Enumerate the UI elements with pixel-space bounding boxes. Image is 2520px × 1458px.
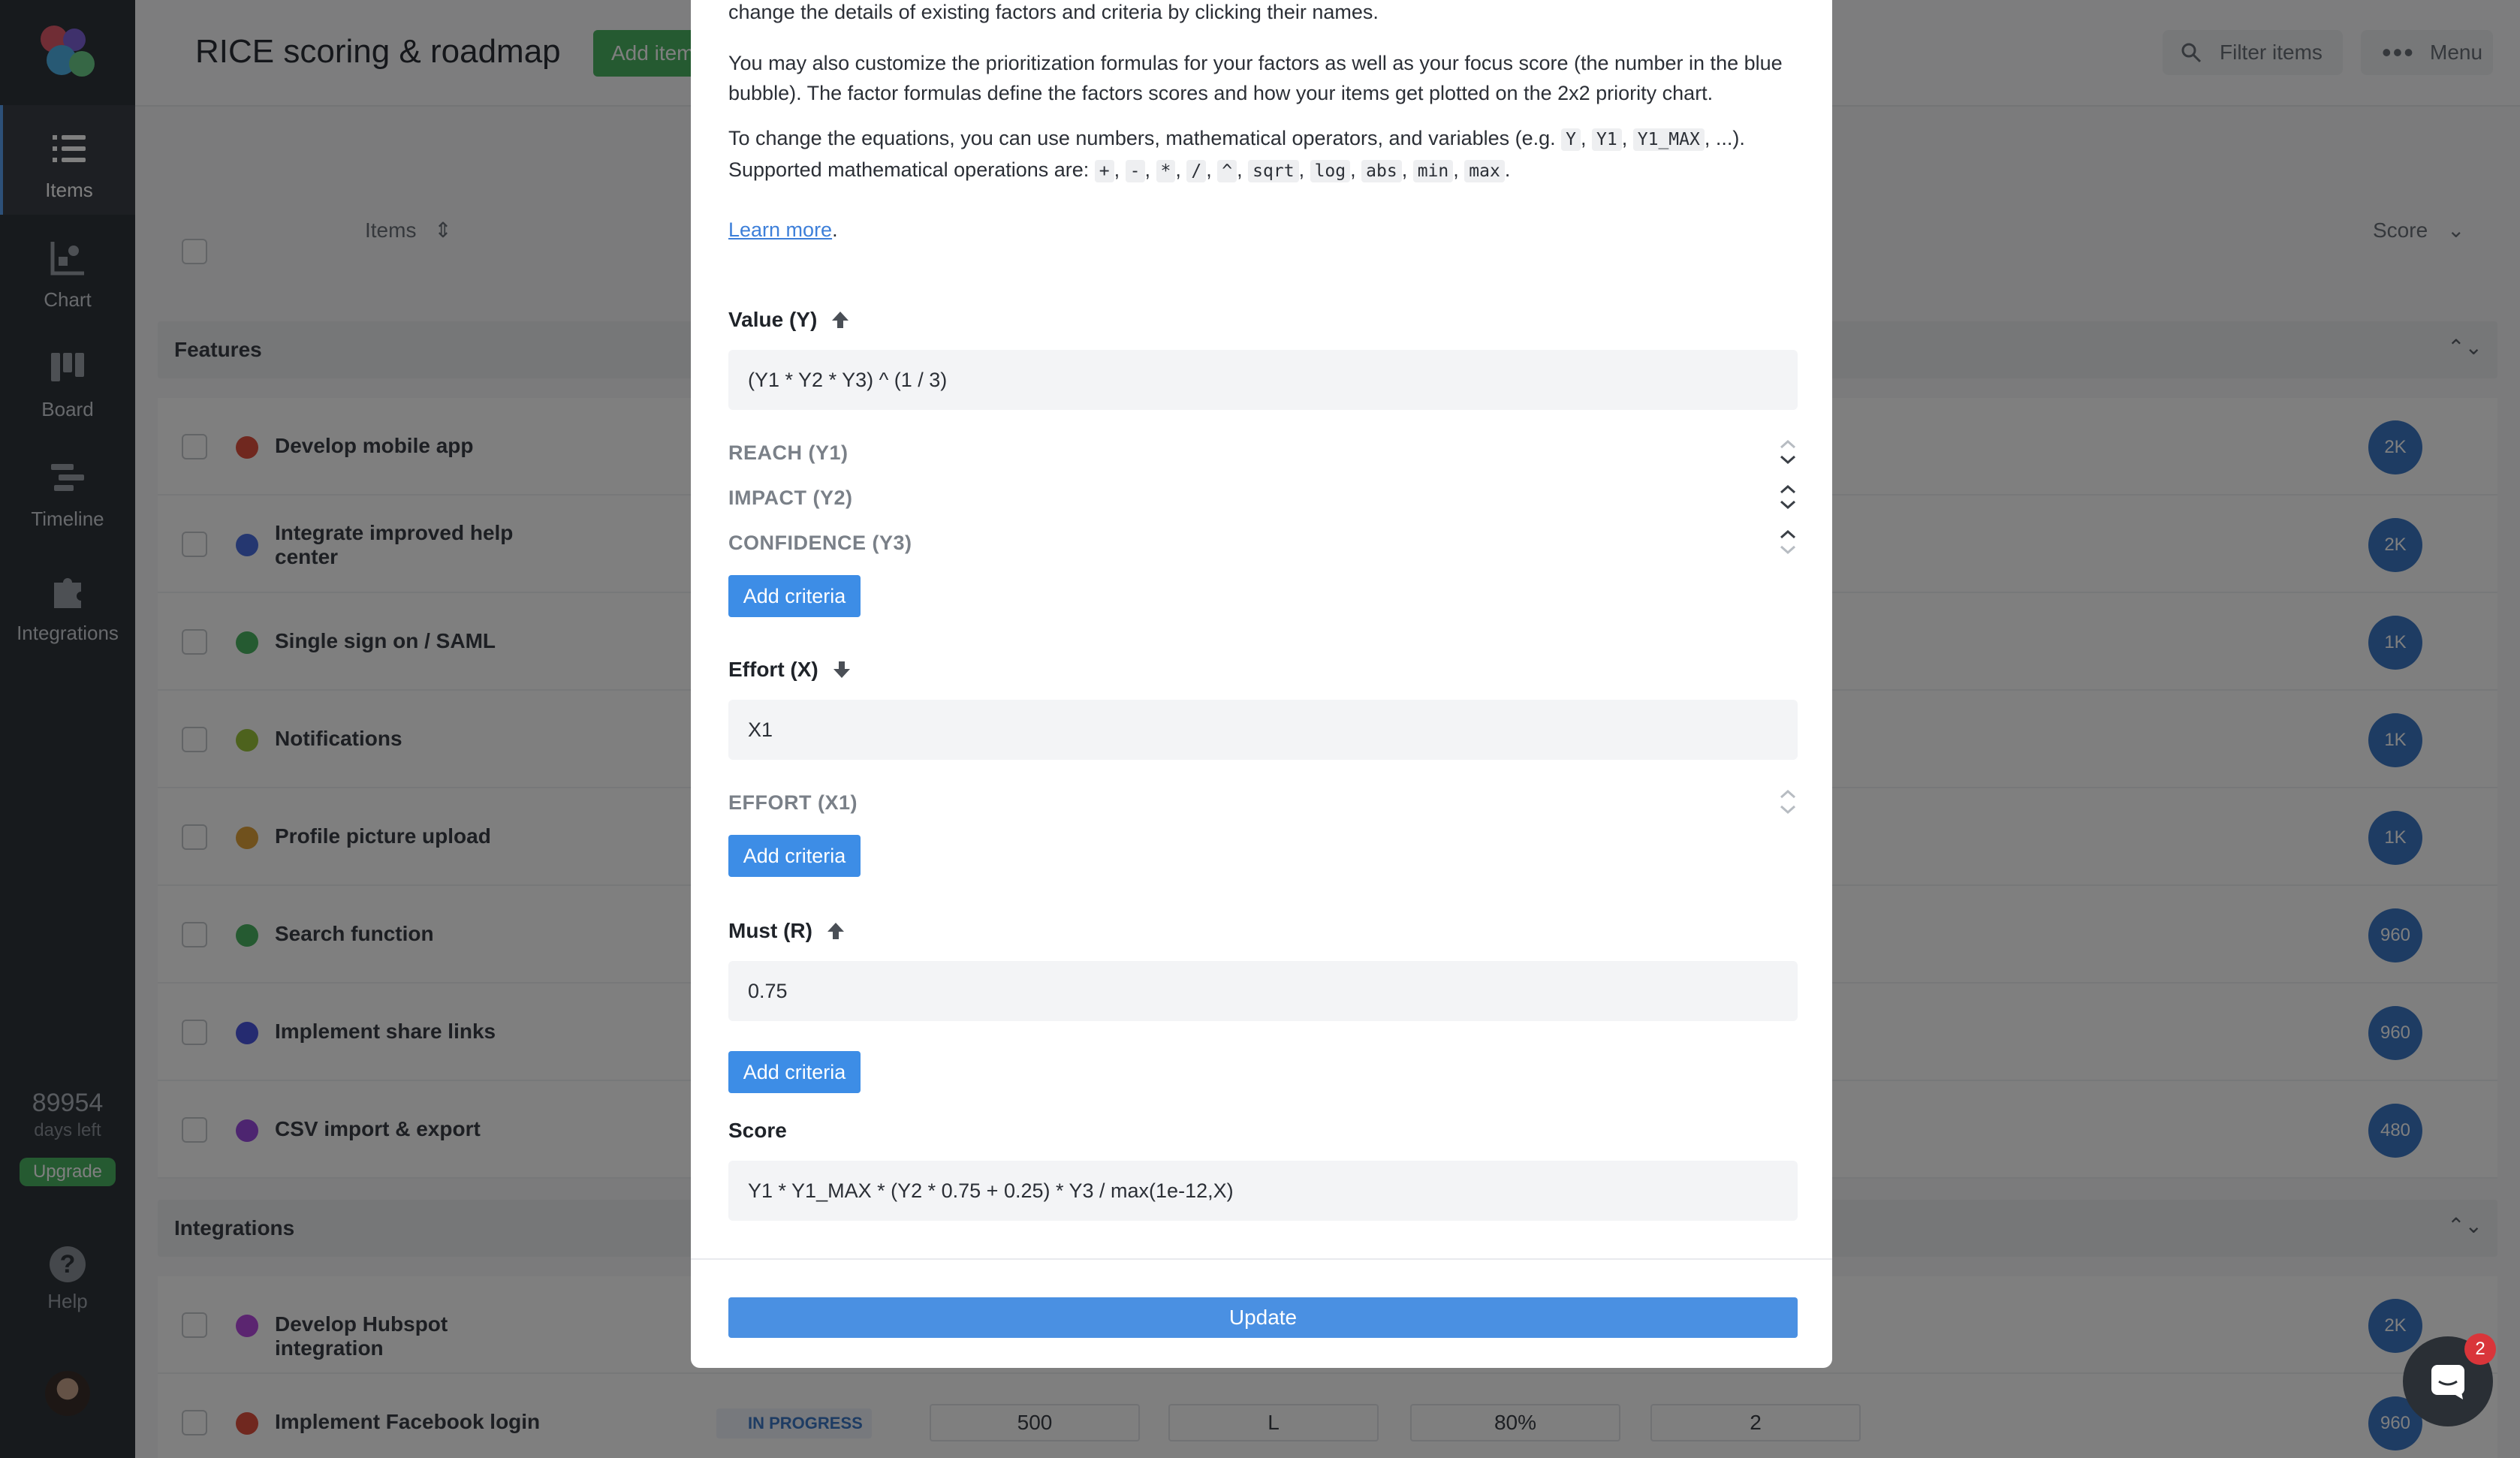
arrow-down-icon <box>833 661 850 678</box>
criteria-reach[interactable]: REACH (Y1) <box>728 439 1798 465</box>
arrow-up-icon <box>827 923 844 939</box>
operator-code: max <box>1464 160 1505 182</box>
must-formula-input[interactable]: 0.75 <box>728 961 1798 1021</box>
update-button[interactable]: Update <box>728 1297 1798 1338</box>
chat-launcher[interactable]: 2 <box>2403 1333 2496 1426</box>
score-formula-input[interactable]: Y1 * Y1_MAX * (Y2 * 0.75 + 0.25) * Y3 / … <box>728 1161 1798 1221</box>
factor-title-label: Must (R) <box>728 919 812 942</box>
criteria-label: EFFORT (X1) <box>728 791 858 814</box>
criteria-label: CONFIDENCE (Y3) <box>728 532 912 554</box>
formula-settings-modal: change the details of existing factors a… <box>691 0 1832 1368</box>
criteria-impact[interactable]: IMPACT (Y2) <box>728 484 1798 510</box>
modal-intro-text: change the details of existing factors a… <box>728 1 1379 23</box>
chat-icon <box>2431 1365 2464 1399</box>
operator-code: - <box>1125 160 1145 182</box>
operator-code: + <box>1094 160 1114 182</box>
score-title: Score <box>728 1119 787 1142</box>
variable-code: Y <box>1561 128 1581 151</box>
sort-updown-icon[interactable] <box>1778 482 1798 512</box>
add-criteria-effort-button[interactable]: Add criteria <box>728 835 861 877</box>
factor-title-value[interactable]: Value (Y) <box>728 308 850 332</box>
sort-disabled-icon[interactable] <box>1778 787 1798 817</box>
operator-code: ^ <box>1217 160 1237 182</box>
factor-title-label: Value (Y) <box>728 308 818 331</box>
operator-code: abs <box>1361 160 1402 182</box>
operator-code: * <box>1156 160 1176 182</box>
criteria-confidence[interactable]: CONFIDENCE (Y3) <box>728 529 1798 555</box>
operator-code: / <box>1186 160 1207 182</box>
variable-code: Y1_MAX <box>1632 128 1705 151</box>
sort-up-icon[interactable] <box>1778 527 1798 557</box>
criteria-label: IMPACT (Y2) <box>728 487 853 509</box>
value-formula-input[interactable]: (Y1 * Y2 * Y3) ^ (1 / 3) <box>728 350 1798 410</box>
add-criteria-value-button[interactable]: Add criteria <box>728 575 861 617</box>
factor-title-must[interactable]: Must (R) <box>728 919 846 943</box>
equations-suffix: , ...). <box>1704 127 1745 149</box>
add-criteria-must-button[interactable]: Add criteria <box>728 1051 861 1093</box>
operator-code: log <box>1310 160 1351 182</box>
criteria-effort[interactable]: EFFORT (X1) <box>728 789 1798 815</box>
modal-paragraph-equations: To change the equations, you can use num… <box>728 127 1745 182</box>
learn-more-link[interactable]: Learn more <box>728 218 832 241</box>
operator-code: sqrt <box>1248 160 1299 182</box>
factor-title-label: Effort (X) <box>728 658 818 681</box>
operations-intro: Supported mathematical operations are: <box>728 158 1090 181</box>
factor-title-effort[interactable]: Effort (X) <box>728 658 852 682</box>
effort-formula-input[interactable]: X1 <box>728 700 1798 760</box>
arrow-up-icon <box>832 312 849 328</box>
variable-code: Y1 <box>1592 128 1622 151</box>
criteria-label: REACH (Y1) <box>728 441 849 464</box>
notification-badge: 2 <box>2464 1333 2496 1365</box>
modal-paragraph-formulas: You may also customize the prioritizatio… <box>728 52 1783 104</box>
sort-down-icon[interactable] <box>1778 437 1798 467</box>
learn-more-line: Learn more. <box>728 218 838 241</box>
operator-code: min <box>1412 160 1454 182</box>
equations-intro: To change the equations, you can use num… <box>728 127 1556 149</box>
modal-divider <box>691 1258 1832 1260</box>
